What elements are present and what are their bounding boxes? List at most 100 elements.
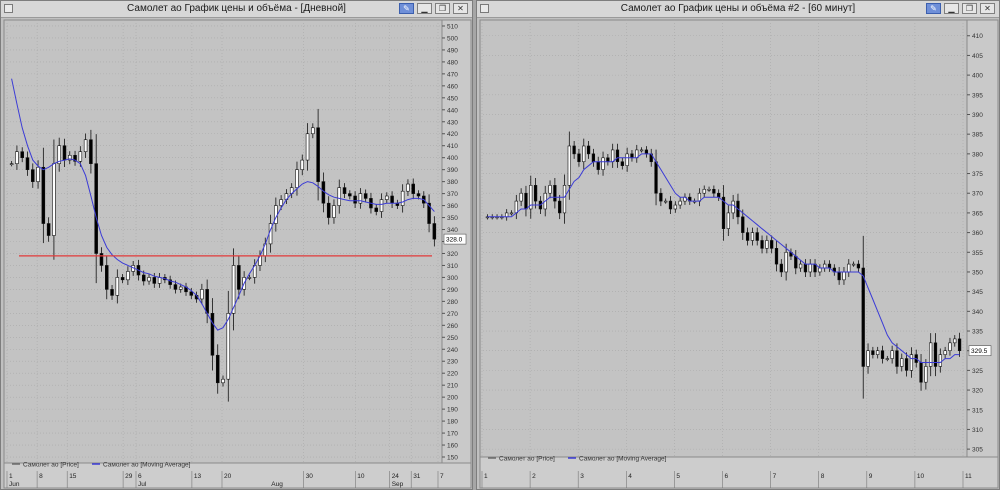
x-tick-label: 9 — [869, 473, 873, 480]
y-tick-label: 180 — [447, 419, 458, 426]
candle-body — [900, 358, 904, 367]
candle-body — [606, 157, 610, 163]
candle-body — [519, 192, 523, 202]
candle-body — [842, 271, 846, 281]
y-tick-label: 305 — [972, 447, 983, 454]
candle-body — [400, 190, 405, 206]
candle-body — [591, 153, 596, 163]
y-tick-label: 340 — [972, 309, 983, 316]
last-price-label: 329.5 — [971, 348, 988, 355]
candle-body — [741, 216, 745, 233]
candle-body — [639, 149, 644, 152]
y-tick-label: 220 — [447, 371, 458, 378]
close-button[interactable]: ✕ — [980, 3, 995, 14]
candle-body — [295, 169, 299, 188]
close-button[interactable]: ✕ — [453, 3, 468, 14]
y-tick-label: 340 — [447, 227, 458, 234]
candle-body — [15, 151, 19, 164]
candle-body — [316, 127, 320, 182]
pin-button[interactable]: ✎ — [926, 3, 941, 14]
y-tick-label: 325 — [972, 368, 983, 375]
chart-window-hourly[interactable]: Самолет ао График цены и объёма #2 - [60… — [476, 0, 1000, 490]
restore-button[interactable]: ❐ — [435, 3, 450, 14]
candle-body — [582, 145, 586, 163]
y-tick-label: 480 — [447, 59, 458, 66]
candle-body — [348, 193, 352, 197]
minimize-button[interactable]: ▁ — [944, 3, 959, 14]
candle-body — [553, 185, 557, 202]
y-tick-label: 310 — [972, 427, 983, 434]
x-tick-label: 7 — [440, 473, 444, 480]
candle-body — [586, 145, 591, 155]
y-tick-label: 400 — [972, 73, 983, 80]
legend-label: Самолет ао [Price] — [499, 456, 555, 463]
window-titlebar[interactable]: Самолет ао График цены и объёма - [Дневн… — [1, 1, 472, 18]
y-tick-label: 170 — [447, 431, 458, 438]
y-tick-label: 375 — [972, 171, 983, 178]
candle-body — [126, 271, 130, 281]
candle-body — [152, 277, 157, 284]
y-tick-label: 190 — [447, 407, 458, 414]
y-tick-label: 395 — [972, 92, 983, 99]
candle-body — [215, 354, 220, 384]
price-chart-hourly[interactable]: 3053103153203253303353403453503553603653… — [477, 18, 999, 489]
candle-body — [904, 358, 909, 371]
candle-body — [105, 265, 109, 290]
candle-body — [938, 354, 942, 367]
candle-body — [712, 188, 716, 194]
x-tick-label: 6 — [725, 473, 729, 480]
candle-body — [385, 195, 389, 200]
candle-body — [678, 200, 682, 206]
y-tick-label: 410 — [972, 33, 983, 40]
y-tick-label: 160 — [447, 443, 458, 450]
candle-body — [524, 192, 528, 210]
legend-label: Самолет ао [Price] — [23, 462, 79, 469]
y-tick-label: 385 — [972, 132, 983, 139]
y-tick-label: 410 — [447, 143, 458, 150]
candle-body — [332, 205, 336, 218]
candle-body — [827, 263, 832, 269]
candle-body — [924, 366, 928, 383]
x-tick-label: 3 — [580, 473, 584, 480]
candle-body — [798, 263, 803, 269]
candle-body — [803, 263, 808, 273]
y-tick-label: 450 — [447, 95, 458, 102]
x-tick-label: 8 — [39, 473, 43, 480]
y-tick-label: 420 — [447, 131, 458, 138]
candle-body — [200, 289, 204, 300]
x-tick-label: 11 — [965, 473, 972, 480]
y-tick-label: 250 — [447, 335, 458, 342]
candle-body — [895, 350, 899, 367]
y-tick-label: 380 — [972, 151, 983, 158]
price-chart-daily[interactable]: 150 160 170 180 190 200 210 220 230 240 250 260 270 2… — [1, 18, 472, 489]
candle-body — [890, 350, 894, 359]
pin-button[interactable]: ✎ — [399, 3, 414, 14]
y-tick-label: 390 — [972, 112, 983, 119]
candle-body — [784, 251, 788, 273]
y-tick-label: 200 — [447, 395, 458, 402]
candle-body — [596, 161, 600, 170]
y-tick-label: 380 — [447, 179, 458, 186]
candle-body — [572, 145, 576, 155]
chart-window-daily[interactable]: Самолет ао График цены и объёма - [Дневн… — [0, 0, 473, 490]
candle-body — [765, 240, 769, 249]
candle-body — [110, 289, 114, 296]
y-tick-label: 370 — [972, 191, 983, 198]
y-tick-label: 400 — [447, 155, 458, 162]
candle-body — [120, 277, 125, 281]
candle-body — [745, 232, 750, 241]
candle-body — [432, 223, 437, 240]
restore-button[interactable]: ❐ — [962, 3, 977, 14]
legend-label: Самолет ао [Moving Average] — [103, 462, 191, 469]
candle-body — [406, 183, 410, 192]
candle-body — [760, 240, 764, 249]
candle-body — [823, 263, 827, 269]
minimize-button[interactable]: ▁ — [417, 3, 432, 14]
candle-body — [668, 200, 673, 210]
window-titlebar[interactable]: Самолет ао График цены и объёма #2 - [60… — [477, 1, 999, 18]
y-tick-label: 260 — [447, 323, 458, 330]
candle-body — [731, 200, 735, 214]
candle-body — [221, 378, 225, 384]
y-tick-label: 270 — [447, 311, 458, 318]
candle-body — [78, 151, 83, 162]
